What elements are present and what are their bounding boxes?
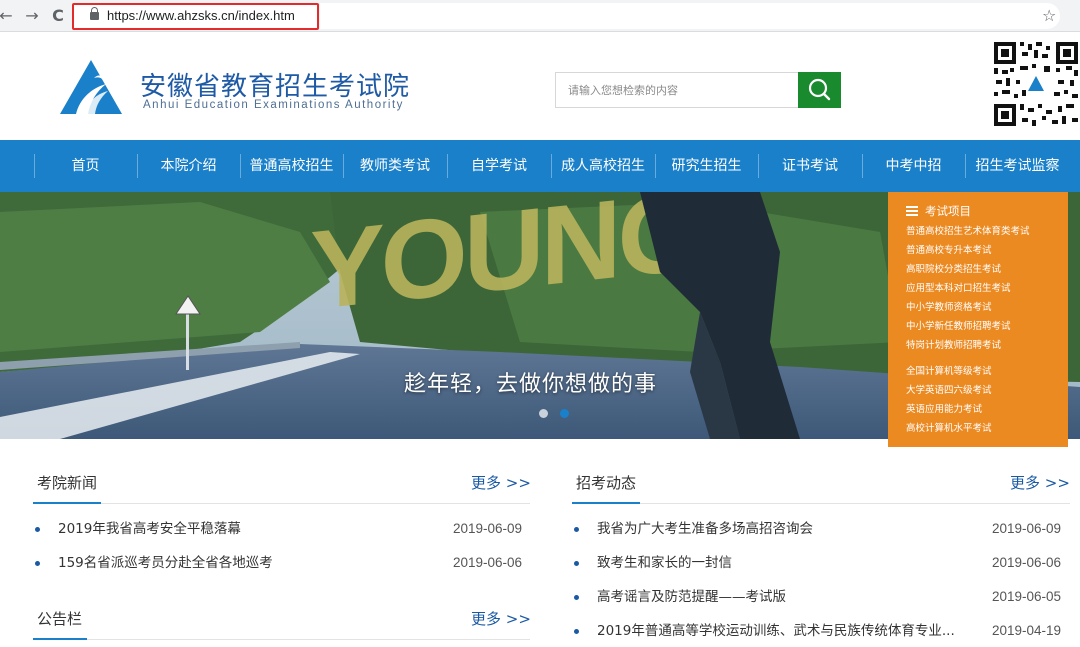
nav-item-self-study[interactable]: 自学考试 — [447, 140, 551, 192]
notice-more-link[interactable]: 更多 >> — [471, 608, 531, 629]
news-item-link[interactable]: 2019年我省高考安全平稳落幕 — [58, 519, 241, 539]
site-logo-icon[interactable] — [58, 58, 124, 118]
nav-item-certificate[interactable]: 证书考试 — [758, 140, 862, 192]
dynamics-more-link[interactable]: 更多 >> — [1010, 472, 1070, 493]
nav-item-home[interactable]: 首页 — [34, 140, 137, 192]
browser-toolbar: ← → C https://www.ahzsks.cn/index.htm ☆ — [0, 0, 1080, 32]
dynamics-bullet — [574, 595, 579, 600]
address-bar[interactable]: https://www.ahzsks.cn/index.htm — [72, 3, 319, 30]
news-bullet — [35, 561, 40, 566]
back-icon[interactable]: ← — [0, 6, 16, 26]
news-divider — [33, 503, 530, 504]
lock-icon — [90, 7, 99, 20]
search-icon — [808, 78, 831, 101]
notice-title-underline — [33, 638, 87, 640]
nav-item-graduate[interactable]: 研究生招生 — [655, 140, 758, 192]
exam-item-new-teacher[interactable]: 中小学新任教师招聘考试 — [906, 317, 1068, 336]
exam-item-art-sports[interactable]: 普通高校招生艺术体育类考试 — [906, 222, 1068, 241]
carousel-dot-2[interactable] — [560, 409, 569, 418]
dynamics-item-link[interactable]: 致考生和家长的一封信 — [597, 553, 732, 573]
nav-item-teacher-exam[interactable]: 教师类考试 — [343, 140, 447, 192]
bookmark-star-icon[interactable]: ☆ — [1042, 6, 1056, 25]
exam-item-upgrade[interactable]: 普通高校专升本考试 — [906, 241, 1068, 260]
exam-item-computer-rank[interactable]: 全国计算机等级考试 — [906, 362, 1068, 381]
exam-item-applied-undergrad[interactable]: 应用型本科对口招生考试 — [906, 279, 1068, 298]
news-title-underline — [33, 502, 101, 504]
main-nav: 首页 本院介绍 普通高校招生 教师类考试 自学考试 成人高校招生 研究生招生 证… — [0, 140, 1080, 192]
dynamics-bullet — [574, 629, 579, 634]
nav-item-adult-admission[interactable]: 成人高校招生 — [551, 140, 655, 192]
forward-icon[interactable]: → — [22, 6, 42, 26]
carousel-dot-1[interactable] — [539, 409, 548, 418]
dynamics-item-link[interactable]: 高考谣言及防范提醒——考试版 — [597, 587, 786, 607]
nav-item-middle-school[interactable]: 中考中招 — [862, 140, 965, 192]
dynamics-item-date: 2019-04-19 — [992, 623, 1062, 638]
site-subtitle: Anhui Education Examinations Authority — [143, 99, 404, 111]
notice-divider — [33, 639, 530, 640]
dynamics-section-title: 招考动态 — [576, 474, 637, 492]
nav-item-college-admission[interactable]: 普通高校招生 — [240, 140, 343, 192]
url-text: https://www.ahzsks.cn/index.htm — [107, 8, 295, 23]
exam-item-special-teacher[interactable]: 特岗计划教师招聘考试 — [906, 336, 1068, 355]
news-item-link[interactable]: 159名省派巡考员分赴全省各地巡考 — [58, 553, 273, 573]
exam-item-teacher-qualification[interactable]: 中小学教师资格考试 — [906, 298, 1068, 317]
site-title: 安徽省教育招生考试院 — [140, 72, 411, 102]
dynamics-divider — [572, 503, 1070, 504]
exam-projects-panel: 考试项目 普通高校招生艺术体育类考试 普通高校专升本考试 高职院校分类招生考试 … — [888, 192, 1068, 447]
news-item-date: 2019-06-06 — [453, 555, 523, 570]
nav-item-about[interactable]: 本院介绍 — [137, 140, 240, 192]
nav-item-supervision[interactable]: 招生考试监察 — [965, 140, 1070, 192]
exam-item-english-ability[interactable]: 英语应用能力考试 — [906, 400, 1068, 419]
exam-item-cet[interactable]: 大学英语四六级考试 — [906, 381, 1068, 400]
address-bar-background[interactable] — [320, 3, 1060, 29]
dynamics-item-link[interactable]: 2019年普通高等学校运动训练、武术与民族传统体育专业... — [597, 621, 977, 641]
search-button[interactable] — [798, 72, 841, 108]
dynamics-bullet — [574, 527, 579, 532]
dynamics-item-date: 2019-06-06 — [992, 555, 1062, 570]
exam-item-vocational[interactable]: 高职院校分类招生考试 — [906, 260, 1068, 279]
news-item-date: 2019-06-09 — [453, 521, 523, 536]
dynamics-item-link[interactable]: 我省为广大考生准备多场高招咨询会 — [597, 519, 813, 539]
exam-panel-heading: 考试项目 — [906, 203, 1068, 219]
exam-item-college-computer[interactable]: 高校计算机水平考试 — [906, 419, 1068, 438]
dynamics-bullet — [574, 561, 579, 566]
dynamics-item-date: 2019-06-05 — [992, 589, 1062, 604]
reload-icon[interactable]: C — [48, 6, 68, 26]
news-section-title: 考院新闻 — [37, 474, 98, 492]
dynamics-item-date: 2019-06-09 — [992, 521, 1062, 536]
qr-code — [992, 40, 1080, 128]
notice-section-title: 公告栏 — [37, 610, 83, 628]
banner-slogan: 趁年轻，去做你想做的事 — [404, 372, 658, 397]
news-bullet — [35, 527, 40, 532]
exam-panel-title: 考试项目 — [925, 204, 971, 218]
dynamics-title-underline — [572, 502, 640, 504]
search-input[interactable] — [555, 72, 799, 108]
news-more-link[interactable]: 更多 >> — [471, 472, 531, 493]
list-menu-icon — [906, 206, 918, 216]
